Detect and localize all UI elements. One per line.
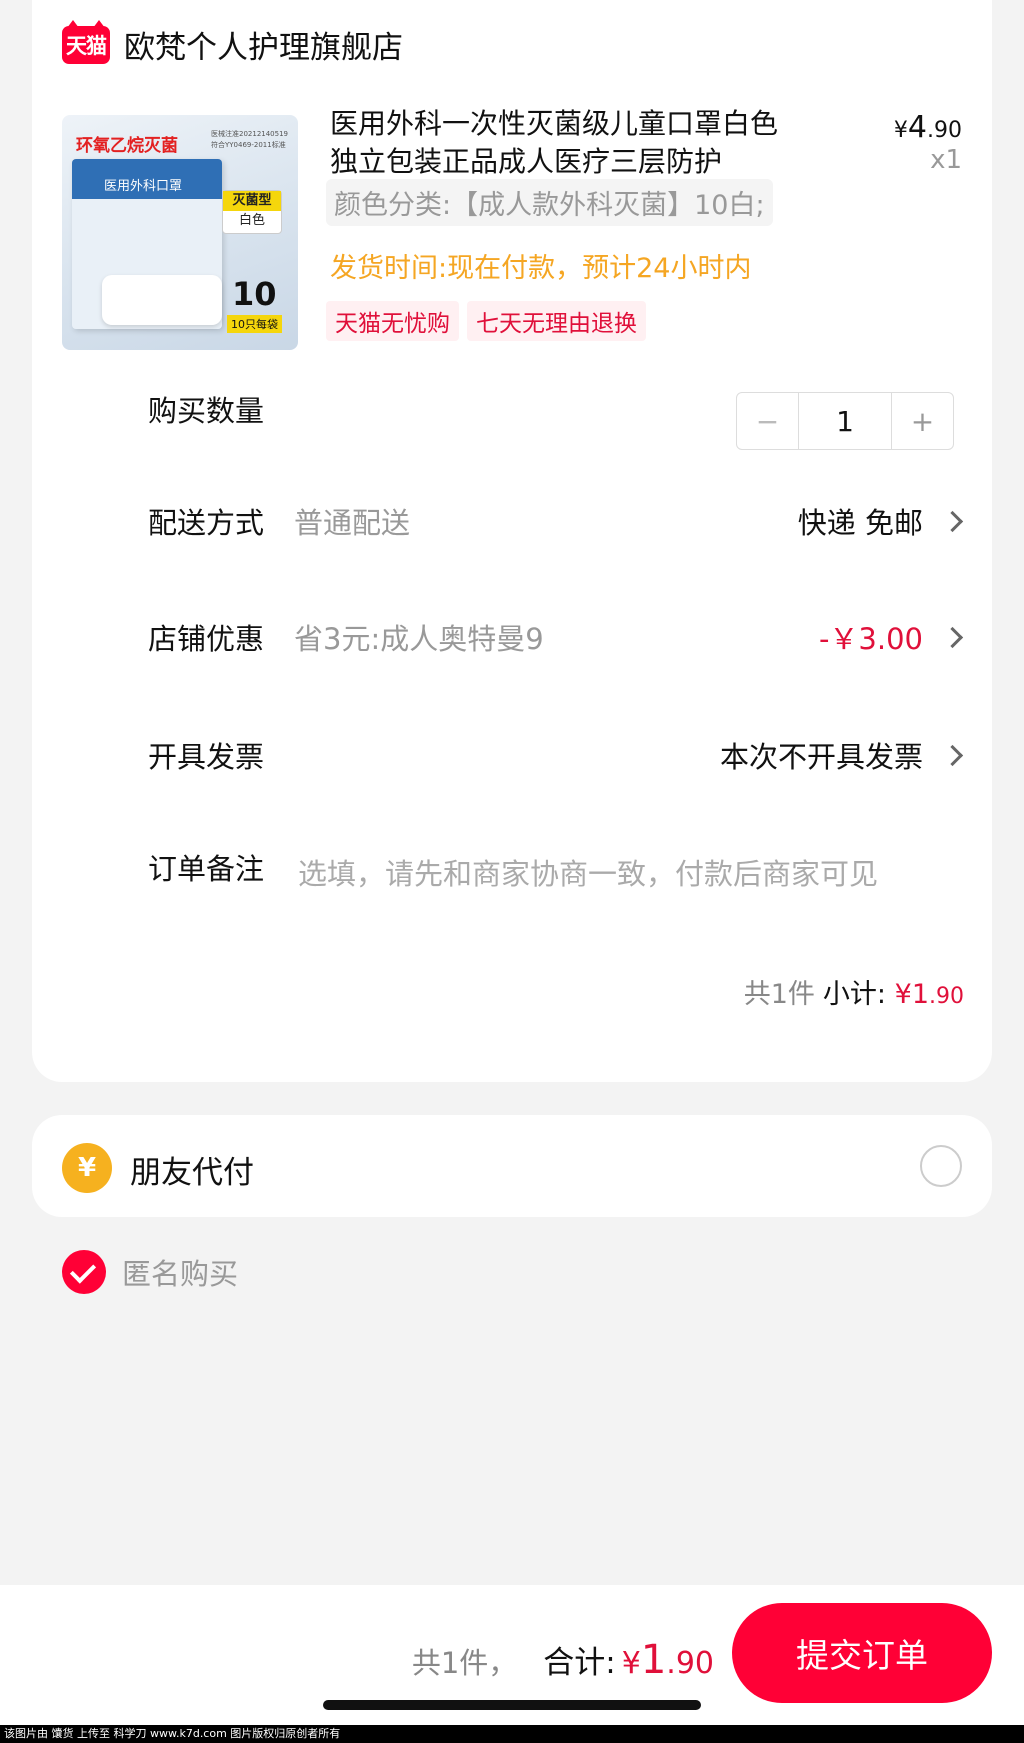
bottom-bar: 共1件， 合计: ¥1.90 提交订单 xyxy=(0,1585,1024,1743)
delivery-selector[interactable]: 快递 免邮 xyxy=(797,500,964,542)
store-name: 欧梵个人护理旗舰店 xyxy=(124,30,403,66)
order-card: 天猫 欧梵个人护理旗舰店 环氧乙烷灭菌 医械注准20212140519 符合YY… xyxy=(32,0,992,1082)
subtotal-amount: ¥1.90 xyxy=(894,979,964,1010)
friend-pay-label: 朋友代付 xyxy=(130,1155,254,1191)
subtotal-label: 小计: xyxy=(822,979,887,1010)
tmall-logo-icon: 天猫 xyxy=(62,19,110,64)
product-title[interactable]: 医用外科一次性灭菌级儿童口罩白色独立包装正品成人医疗三层防护 xyxy=(330,105,800,181)
friend-pay-radio[interactable] xyxy=(920,1145,962,1187)
thumbnail-tag: 灭菌型 白色 xyxy=(222,190,282,234)
chevron-right-icon xyxy=(941,744,964,766)
delivery-value: 快递 免邮 xyxy=(797,506,923,540)
ship-time: 发货时间:现在付款，预计24小时内 xyxy=(330,253,752,284)
decrease-button[interactable]: − xyxy=(737,393,799,449)
product-price: ¥4.90 xyxy=(893,110,962,145)
badge-worry-free: 天猫无忧购 xyxy=(326,301,459,341)
total-summary: 共1件， 合计: ¥1.90 xyxy=(412,1637,714,1683)
total-label: 合计: xyxy=(543,1645,616,1681)
delivery-sub: 普通配送 xyxy=(294,506,411,540)
total-amount: ¥1.90 xyxy=(621,1637,714,1683)
mask-image xyxy=(102,275,222,325)
badge-seven-day-return: 七天无理由退换 xyxy=(467,301,646,341)
thumbnail-box-title: 医用外科口罩 xyxy=(104,179,183,194)
invoice-selector[interactable]: 本次不开具发票 xyxy=(719,734,964,776)
increase-button[interactable]: + xyxy=(891,393,953,449)
note-label: 订单备注 xyxy=(148,852,265,886)
discount-label: 店铺优惠 xyxy=(148,622,265,656)
subtotal-count: 共1件 xyxy=(743,979,815,1010)
service-badges: 天猫无忧购 七天无理由退换 xyxy=(326,301,646,341)
thumbnail-count: 10 xyxy=(232,275,277,313)
quantity-label: 购买数量 xyxy=(148,394,265,428)
product-spec[interactable]: 颜色分类:【成人款外科灭菌】10白; xyxy=(326,179,773,226)
discount-selector[interactable]: -￥3.00 xyxy=(818,616,964,658)
quantity-stepper[interactable]: − 1 + xyxy=(736,392,954,450)
product-thumbnail[interactable]: 环氧乙烷灭菌 医械注准20212140519 符合YY0469-2011标准 医… xyxy=(62,115,298,350)
chevron-right-icon xyxy=(941,510,964,532)
store-header[interactable]: 天猫 欧梵个人护理旗舰店 xyxy=(62,19,403,67)
product-quantity: x1 xyxy=(930,145,962,175)
subtotal: 共1件 小计: ¥1.90 xyxy=(744,972,964,1011)
invoice-label: 开具发票 xyxy=(148,740,265,774)
submit-order-button[interactable]: 提交订单 xyxy=(732,1603,992,1703)
watermark: 该图片由 馕货 上传至 科学刀 www.k7d.com 图片版权归原创者所有 xyxy=(0,1725,1024,1743)
checkmark-icon[interactable] xyxy=(62,1250,106,1294)
quantity-value[interactable]: 1 xyxy=(799,393,891,449)
order-note-input[interactable] xyxy=(298,850,946,898)
home-indicator[interactable] xyxy=(323,1700,701,1710)
yuan-coin-icon: ¥ xyxy=(62,1143,112,1193)
anonymous-label: 匿名购买 xyxy=(122,1257,239,1291)
total-count: 共1件， xyxy=(411,1646,518,1680)
friend-pay-row[interactable]: ¥ 朋友代付 xyxy=(32,1115,992,1217)
invoice-value: 本次不开具发票 xyxy=(719,740,923,774)
chevron-right-icon xyxy=(941,626,964,648)
thumbnail-registration-text: 医械注准20212140519 符合YY0469-2011标准 xyxy=(211,130,288,149)
anonymous-purchase[interactable]: 匿名购买 xyxy=(62,1250,238,1294)
discount-sub: 省3元:成人奥特曼9 xyxy=(294,622,544,656)
delivery-label: 配送方式 xyxy=(148,506,265,540)
thumbnail-banner-text: 环氧乙烷灭菌 xyxy=(76,136,178,156)
discount-value: -￥3.00 xyxy=(818,622,923,656)
thumbnail-pack-text: 10只每袋 xyxy=(227,315,282,333)
